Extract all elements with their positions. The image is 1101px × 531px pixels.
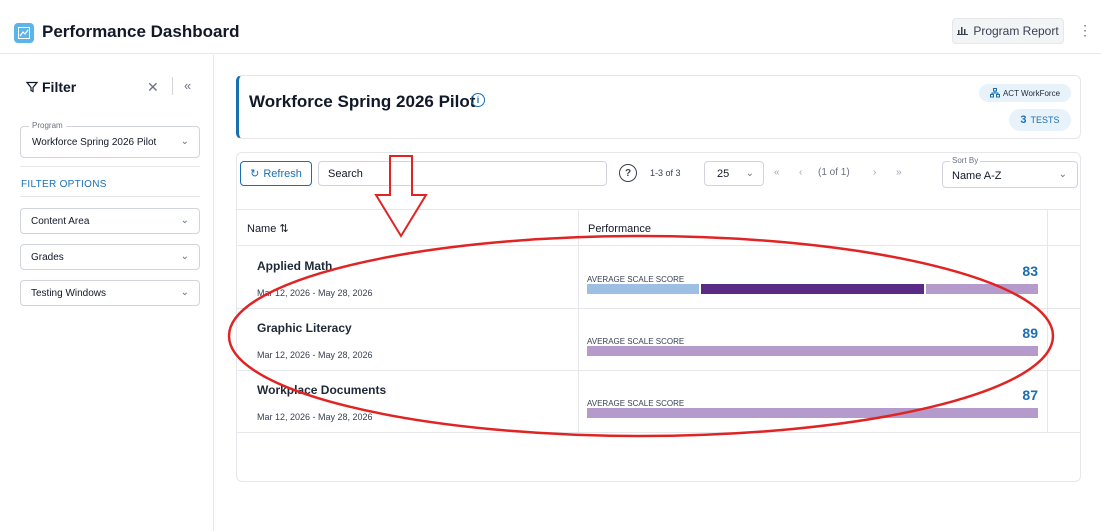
tests-count: 3 xyxy=(1020,114,1027,126)
testing-windows-dropdown[interactable]: Testing Windows ⌄ xyxy=(20,280,200,306)
help-icon[interactable]: ? xyxy=(619,164,637,182)
program-select[interactable]: Program Workforce Spring 2026 Pilot ⌄ xyxy=(20,121,200,158)
sort-icon[interactable]: ⇅ xyxy=(279,223,288,235)
content-area-dropdown[interactable]: Content Area ⌄ xyxy=(20,208,200,234)
score-value: 87 xyxy=(1022,387,1038,403)
filter-title: Filter xyxy=(42,79,77,95)
dropdown-label: Testing Windows xyxy=(31,288,107,299)
refresh-icon: ↻ xyxy=(250,168,260,180)
last-page-icon[interactable]: » xyxy=(896,167,902,178)
page-info: (1 of 1) xyxy=(818,167,850,178)
tests-count-badge: 3 TESTS xyxy=(1009,109,1071,131)
performance-bar-segment xyxy=(926,284,1038,294)
collapse-icon[interactable]: « xyxy=(184,78,191,93)
score-value: 89 xyxy=(1022,325,1038,341)
chevron-down-icon: ⌄ xyxy=(745,168,754,179)
program-value: Workforce Spring 2026 Pilot xyxy=(32,137,157,148)
top-bar: Performance Dashboard Program Report ⋮ xyxy=(0,10,1101,54)
dropdown-label: Grades xyxy=(31,252,64,263)
bar-chart-icon xyxy=(957,24,969,38)
chart-line-icon xyxy=(14,23,34,43)
table-header: Name ⇅ Performance xyxy=(237,209,1080,246)
divider xyxy=(20,196,200,197)
performance-bar-segment xyxy=(700,284,925,294)
program-report-label: Program Report xyxy=(973,24,1059,38)
performance-bar xyxy=(587,346,1038,356)
test-name[interactable]: Workplace Documents xyxy=(257,383,386,397)
page-size-select[interactable]: 25 ⌄ xyxy=(704,161,764,186)
filter-heading: Filter xyxy=(26,79,76,95)
column-name-label: Name xyxy=(247,223,277,235)
table-row[interactable]: Workplace Documents Mar 12, 2026 - May 28… xyxy=(237,371,1080,433)
hierarchy-icon xyxy=(989,88,1000,98)
chevron-down-icon: ⌄ xyxy=(180,251,189,262)
tests-table-card: ↻ Refresh ? 1-3 of 3 25 ⌄ « ‹ (1 of 1) ›… xyxy=(236,152,1081,482)
metric-label: AVERAGE SCALE SCORE xyxy=(587,337,685,346)
program-tag-badge: ACT WorkForce xyxy=(979,84,1071,102)
column-header-name[interactable]: Name ⇅ xyxy=(247,222,289,235)
performance-bar xyxy=(587,284,1038,294)
filter-options-label: FILTER OPTIONS xyxy=(21,179,107,190)
sort-by-value: Name A-Z xyxy=(952,170,1002,182)
refresh-button[interactable]: ↻ Refresh xyxy=(240,161,312,186)
results-range: 1-3 of 3 xyxy=(650,168,681,178)
first-page-icon[interactable]: « xyxy=(774,167,780,178)
performance-bar-segment xyxy=(587,284,699,294)
chevron-down-icon: ⌄ xyxy=(180,136,189,147)
performance-bar-segment xyxy=(587,408,1038,418)
metric-label: AVERAGE SCALE SCORE xyxy=(587,275,685,284)
tests-label: TESTS xyxy=(1030,115,1060,125)
sort-by-select[interactable]: Sort By Name A-Z ⌄ xyxy=(942,156,1078,188)
app-title: Performance Dashboard xyxy=(42,22,240,41)
more-options-icon[interactable]: ⋮ xyxy=(1078,22,1092,39)
performance-bar xyxy=(587,408,1038,418)
info-icon[interactable]: i xyxy=(471,93,485,107)
program-header-card: Workforce Spring 2026 Pilot i ACT WorkFo… xyxy=(236,75,1081,139)
program-tag-label: ACT WorkForce xyxy=(1002,88,1061,98)
performance-bar-segment xyxy=(587,346,1038,356)
page-title: Workforce Spring 2026 Pilot xyxy=(249,92,476,111)
close-icon[interactable]: ✕ xyxy=(147,79,159,96)
test-date-range: Mar 12, 2026 - May 28, 2026 xyxy=(257,350,373,360)
table-row[interactable]: Graphic Literacy Mar 12, 2026 - May 28, 2… xyxy=(237,309,1080,371)
prev-page-icon[interactable]: ‹ xyxy=(799,167,802,178)
score-value: 83 xyxy=(1022,263,1038,279)
filter-icon xyxy=(26,81,38,93)
table-row[interactable]: Applied Math Mar 12, 2026 - May 28, 2026 A… xyxy=(237,247,1080,309)
test-name[interactable]: Applied Math xyxy=(257,259,332,273)
program-report-button[interactable]: Program Report xyxy=(952,18,1064,44)
grades-dropdown[interactable]: Grades ⌄ xyxy=(20,244,200,270)
sort-by-legend: Sort By xyxy=(950,156,981,165)
divider xyxy=(20,166,200,167)
search-input[interactable] xyxy=(318,161,607,186)
filter-sidebar: Filter ✕ « Program Workforce Spring 2026… xyxy=(0,55,214,531)
page-size-value: 25 xyxy=(717,168,730,180)
test-date-range: Mar 12, 2026 - May 28, 2026 xyxy=(257,288,373,298)
test-date-range: Mar 12, 2026 - May 28, 2026 xyxy=(257,412,373,422)
next-page-icon[interactable]: › xyxy=(873,167,876,178)
divider xyxy=(172,77,173,95)
chevron-down-icon: ⌄ xyxy=(1058,169,1067,180)
program-legend: Program xyxy=(29,121,66,130)
chevron-down-icon: ⌄ xyxy=(180,215,189,226)
chevron-down-icon: ⌄ xyxy=(180,287,189,298)
test-name[interactable]: Graphic Literacy xyxy=(257,321,352,335)
metric-label: AVERAGE SCALE SCORE xyxy=(587,399,685,408)
column-header-performance: Performance xyxy=(588,223,651,235)
refresh-label: Refresh xyxy=(263,167,302,180)
dropdown-label: Content Area xyxy=(31,216,90,227)
